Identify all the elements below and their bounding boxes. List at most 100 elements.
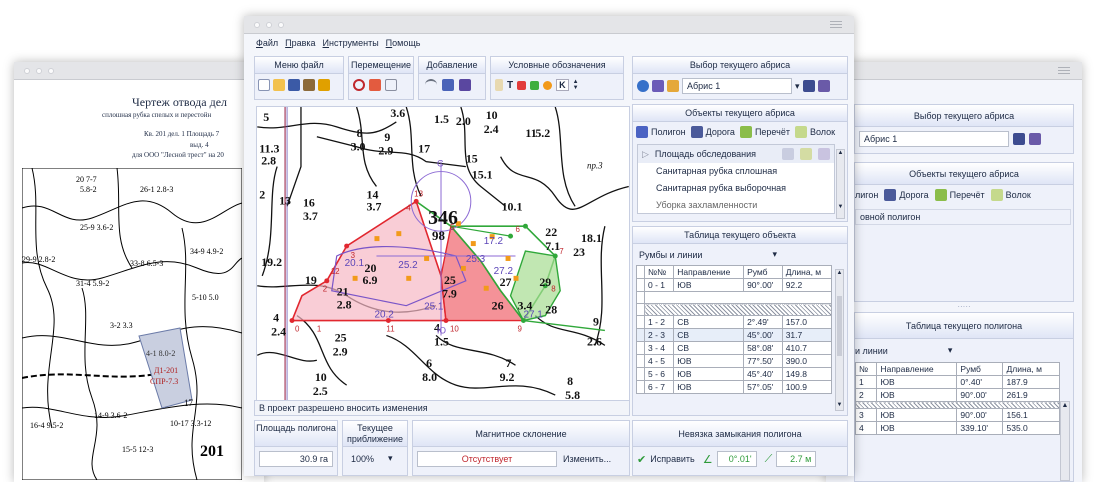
add-abris-icon[interactable] [1013, 133, 1025, 145]
delete-abris-icon[interactable] [1029, 133, 1041, 145]
skid-trail-icon [990, 189, 1003, 201]
orange-circle-icon[interactable] [543, 80, 553, 90]
green-square-icon[interactable] [530, 80, 540, 90]
menu-edit[interactable]: Правка [285, 38, 315, 48]
scroll-down-icon[interactable]: ▼ [836, 402, 843, 408]
menu-file[interactable]: Файл [256, 38, 278, 48]
zoom-select[interactable]: 100% [351, 454, 374, 464]
column-header[interactable]: Длина, м [781, 265, 833, 279]
list-item[interactable]: Уборка захламленности [638, 197, 834, 210]
column-header[interactable]: Румб [743, 265, 783, 279]
scroll-down-icon[interactable]: ▼ [837, 204, 844, 210]
table-row[interactable]: 1 ЮВ 0°.40' 187.9 [854, 375, 1060, 389]
scroll-up-icon[interactable]: ▲ [1061, 402, 1069, 409]
rotate-icon[interactable] [353, 79, 365, 91]
svg-text:3-2 3.3: 3-2 3.3 [110, 321, 133, 330]
table-row[interactable]: 0 - 1 ЮВ 90°.00' 92.2 [636, 278, 833, 292]
add-abris-icon[interactable] [802, 80, 815, 92]
objects-list-item[interactable]: овной полигон [855, 209, 1071, 225]
polygon-button[interactable]: лигон [855, 190, 878, 200]
add-object-icon[interactable] [800, 148, 812, 160]
table-row[interactable]: 6 - 7 ЮВ 57°.05' 100.9 [636, 380, 833, 394]
table-row[interactable]: 1 - 2 СВ 2°.49' 157.0 [636, 315, 833, 329]
chevron-down-icon[interactable]: ▾ [795, 81, 800, 92]
arc-icon[interactable] [425, 79, 437, 91]
map-canvas[interactable]: 5 11.3 2.8 2 13 16 3.7 19.2 4 2.4 19 21 … [256, 106, 630, 402]
brush-icon[interactable] [495, 79, 503, 91]
polygon-button[interactable]: Полигон [636, 126, 686, 138]
table-scrollbar[interactable]: ▲ ▼ [835, 269, 844, 411]
edit-object-icon[interactable] [782, 148, 794, 160]
abris-select[interactable]: Абрис 1 [682, 78, 792, 94]
close-window-dot[interactable] [254, 22, 260, 28]
count-button[interactable]: Перечёт [739, 126, 790, 138]
table-row[interactable] [636, 291, 832, 304]
column-header[interactable]: Направление [673, 265, 745, 279]
tag-icon[interactable] [303, 79, 315, 91]
table-row[interactable]: 3 ЮВ 90°.00' 156.1 [854, 408, 1060, 422]
remove-abris-icon[interactable] [667, 80, 679, 92]
table-row[interactable]: 4 - 5 ЮВ 77°.50' 390.0 [636, 354, 833, 368]
menu-icon[interactable] [1058, 67, 1070, 76]
lock-icon[interactable] [318, 79, 330, 91]
table-row[interactable]: 3 - 4 СВ 58°.08' 410.7 [636, 341, 833, 355]
column-header[interactable]: Румб [956, 362, 1004, 376]
menu-icon[interactable] [830, 21, 842, 30]
save-icon[interactable] [288, 79, 300, 91]
skid-trail-button[interactable]: Волок [794, 126, 835, 138]
column-header[interactable]: №№ [643, 265, 675, 279]
red-square-icon[interactable] [517, 80, 527, 90]
menu-tools[interactable]: Инструменты [323, 38, 379, 48]
change-button[interactable]: Изменить... [563, 454, 611, 464]
road-button[interactable]: Дорога [884, 189, 929, 201]
list-item[interactable]: Санитарная рубка сплошная [638, 163, 834, 180]
list-item[interactable]: Санитарная рубка выборочная [638, 180, 834, 197]
objects-scrollbar[interactable]: ▲ ▼ [836, 149, 845, 219]
angle-icon: ∠ [702, 453, 713, 466]
column-header[interactable]: Направление [876, 362, 958, 376]
table-row[interactable]: 2 - 3 СВ 45°.00' 31.7 [636, 328, 833, 342]
pan-icon[interactable] [369, 79, 381, 91]
table-mode-select[interactable]: Румбы и линии [639, 250, 702, 260]
table-mode-select[interactable]: и линии [855, 346, 888, 356]
table-scrollbar[interactable]: ▲ [1060, 401, 1070, 481]
table-row[interactable]: 2 ЮВ 90°.00' 261.9 [854, 388, 1060, 402]
scroll-up-icon[interactable]: ▲ [837, 150, 844, 156]
legend-spinner[interactable]: ▲ ▼ [573, 79, 579, 91]
column-header[interactable]: № [854, 362, 878, 376]
triangle-icon[interactable] [442, 79, 454, 91]
globe-icon[interactable] [637, 80, 649, 92]
map-label: 19 [305, 273, 317, 287]
window-dot[interactable] [24, 68, 30, 74]
chevron-down-icon[interactable]: ▾ [948, 345, 953, 356]
main-titlebar [244, 16, 854, 34]
edit-abris-icon[interactable] [652, 80, 664, 92]
list-item[interactable]: ▷ Площадь обследования [638, 145, 834, 163]
abris-select[interactable]: Абрис 1 [859, 131, 1009, 147]
k-tool-button[interactable]: K [556, 79, 569, 91]
count-button[interactable]: Перечёт [934, 189, 985, 201]
window-dot[interactable] [48, 68, 54, 74]
table-row[interactable]: 5 - 6 ЮВ 45°.40' 149.8 [636, 367, 833, 381]
open-folder-icon[interactable] [273, 79, 285, 91]
skid-trail-button[interactable]: Волок [990, 189, 1031, 201]
table-row[interactable]: 4 ЮВ 339.10' 535.0 [854, 421, 1060, 435]
scroll-thumb[interactable] [837, 296, 842, 356]
minimize-window-dot[interactable] [266, 22, 272, 28]
maximize-window-dot[interactable] [278, 22, 284, 28]
new-file-icon[interactable] [258, 79, 270, 91]
delete-abris-icon[interactable] [817, 80, 830, 92]
text-tool-t[interactable]: T [507, 80, 513, 91]
pointer-icon[interactable] [385, 79, 397, 91]
window-dot[interactable] [36, 68, 42, 74]
column-header[interactable]: Длина, м [1002, 362, 1060, 376]
road-button[interactable]: Дорога [690, 126, 735, 138]
chevron-down-icon[interactable]: ▾ [772, 249, 777, 260]
splitter-grip[interactable]: ····· [854, 302, 1074, 311]
scroll-up-icon[interactable]: ▲ [836, 270, 843, 276]
chevron-down-icon[interactable]: ▾ [388, 453, 393, 464]
delete-object-icon[interactable] [818, 148, 830, 160]
fix-button[interactable]: Исправить [650, 454, 694, 464]
polygon-draw-icon[interactable] [459, 79, 471, 91]
menu-help[interactable]: Помощь [386, 38, 421, 48]
